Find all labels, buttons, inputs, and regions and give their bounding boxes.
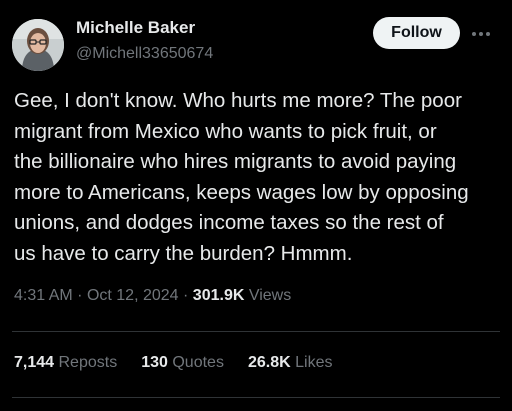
meta-separator: · [183, 287, 189, 304]
tweet-card: Michelle Baker @Michell33650674 Follow G… [0, 0, 512, 411]
quotes-stat[interactable]: 130 Quotes [141, 354, 224, 372]
more-options-button[interactable] [469, 22, 493, 46]
tweet-text-line: unions, and dodges income taxes so the r… [14, 211, 444, 235]
tweet-text-line: us have to carry the burden? Hmmm. [14, 241, 353, 265]
tweet-date[interactable]: Oct 12, 2024 [87, 287, 179, 304]
tweet-meta: 4:31 AM · Oct 12, 2024 · 301.9K Views [14, 287, 291, 305]
reposts-label: Reposts [58, 354, 118, 371]
reposts-count: 7,144 [14, 354, 55, 371]
reposts-stat[interactable]: 7,144 Reposts [14, 354, 117, 372]
divider [12, 331, 500, 332]
display-name[interactable]: Michelle Baker [76, 18, 195, 38]
likes-stat[interactable]: 26.8K Likes [248, 354, 333, 372]
views-count: 301.9K [192, 287, 245, 304]
avatar-image [12, 19, 64, 71]
tweet-text: Gee, I don't know. Who hurts me more? Th… [14, 86, 504, 270]
more-horizontal-icon [472, 32, 490, 36]
likes-count: 26.8K [247, 354, 291, 371]
meta-separator: · [77, 287, 83, 304]
tweet-text-line: the billionaire who hires migrants to av… [14, 150, 457, 174]
follow-button[interactable]: Follow [373, 17, 460, 49]
views-label: Views [248, 287, 292, 304]
user-handle[interactable]: @Michell33650674 [76, 45, 213, 63]
engagement-stats: 7,144 Reposts 130 Quotes 26.8K Likes [14, 354, 356, 372]
likes-label: Likes [295, 354, 333, 371]
quotes-label: Quotes [172, 354, 224, 371]
tweet-text-line: migrant from Mexico who wants to pick fr… [14, 119, 437, 143]
tweet-time[interactable]: 4:31 AM [14, 287, 73, 304]
divider [12, 397, 500, 398]
avatar[interactable] [12, 19, 64, 71]
tweet-text-line: more to Americans, keeps wages low by op… [14, 180, 469, 204]
quotes-count: 130 [141, 354, 168, 371]
tweet-text-line: Gee, I don't know. Who hurts me more? Th… [14, 89, 462, 112]
